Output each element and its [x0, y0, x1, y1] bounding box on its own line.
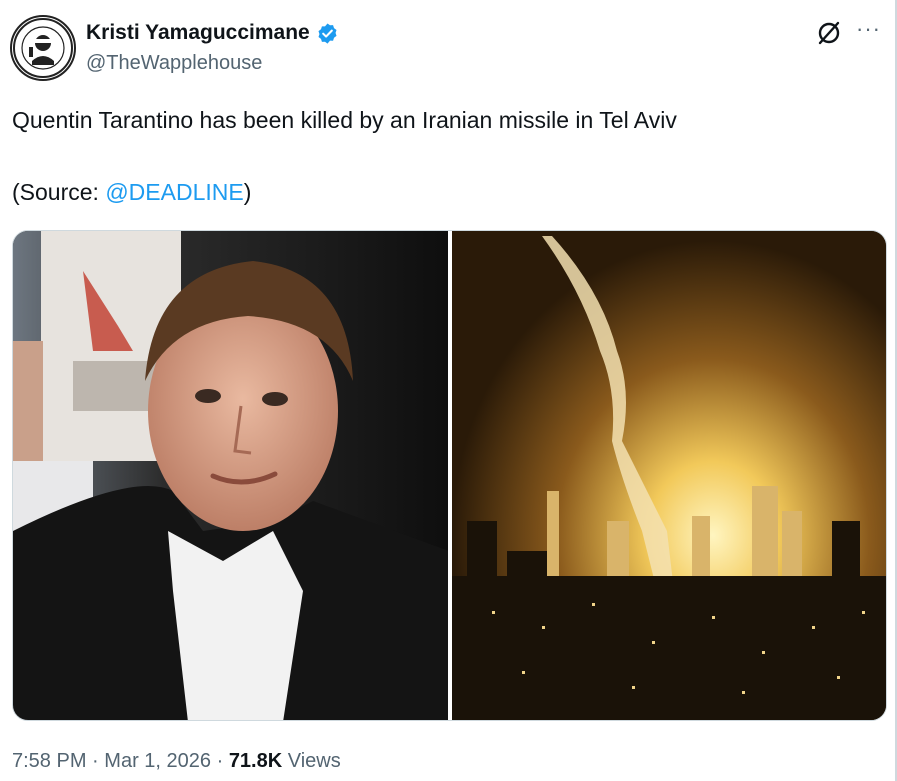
tweet-card: Kristi Yamaguccimane @TheWapplehouse ···… [0, 0, 897, 781]
grok-icon[interactable] [814, 18, 844, 48]
night-city-explosion-photo-icon [452, 231, 886, 720]
tweet-meta: 7:58 PM · Mar 1, 2026 · 71.8K Views [12, 750, 341, 773]
portrait-photo-icon [13, 231, 448, 720]
media-grid [12, 230, 887, 721]
tweet-source-line: (Source: @DEADLINE) [12, 176, 872, 208]
meta-separator: · [92, 750, 99, 772]
media-photo-explosion[interactable] [452, 231, 886, 720]
tweet-time[interactable]: 7:58 PM [12, 750, 86, 772]
author-display-name[interactable]: Kristi Yamaguccimane [86, 21, 310, 45]
source-prefix: (Source: [12, 179, 106, 205]
avatar[interactable] [10, 15, 76, 81]
more-options-icon[interactable]: ··· [856, 18, 886, 48]
tweet-text-line: Quentin Tarantino has been killed by an … [12, 107, 677, 133]
verified-badge-icon[interactable] [316, 22, 339, 45]
views-count: 71.8K [228, 750, 283, 772]
media-photo-portrait[interactable] [13, 231, 448, 720]
source-suffix: ) [243, 179, 252, 205]
author-name-row: Kristi Yamaguccimane [86, 20, 339, 46]
deadline-mention-link[interactable]: @DEADLINE [105, 179, 243, 205]
avatar-logo-icon [13, 18, 73, 78]
author-handle[interactable]: @TheWapplehouse [86, 52, 262, 75]
views-label: Views [287, 750, 341, 772]
tweet-text: Quentin Tarantino has been killed by an … [12, 104, 872, 208]
meta-separator: · [216, 750, 224, 772]
tweet-date[interactable]: Mar 1, 2026 [104, 750, 211, 772]
